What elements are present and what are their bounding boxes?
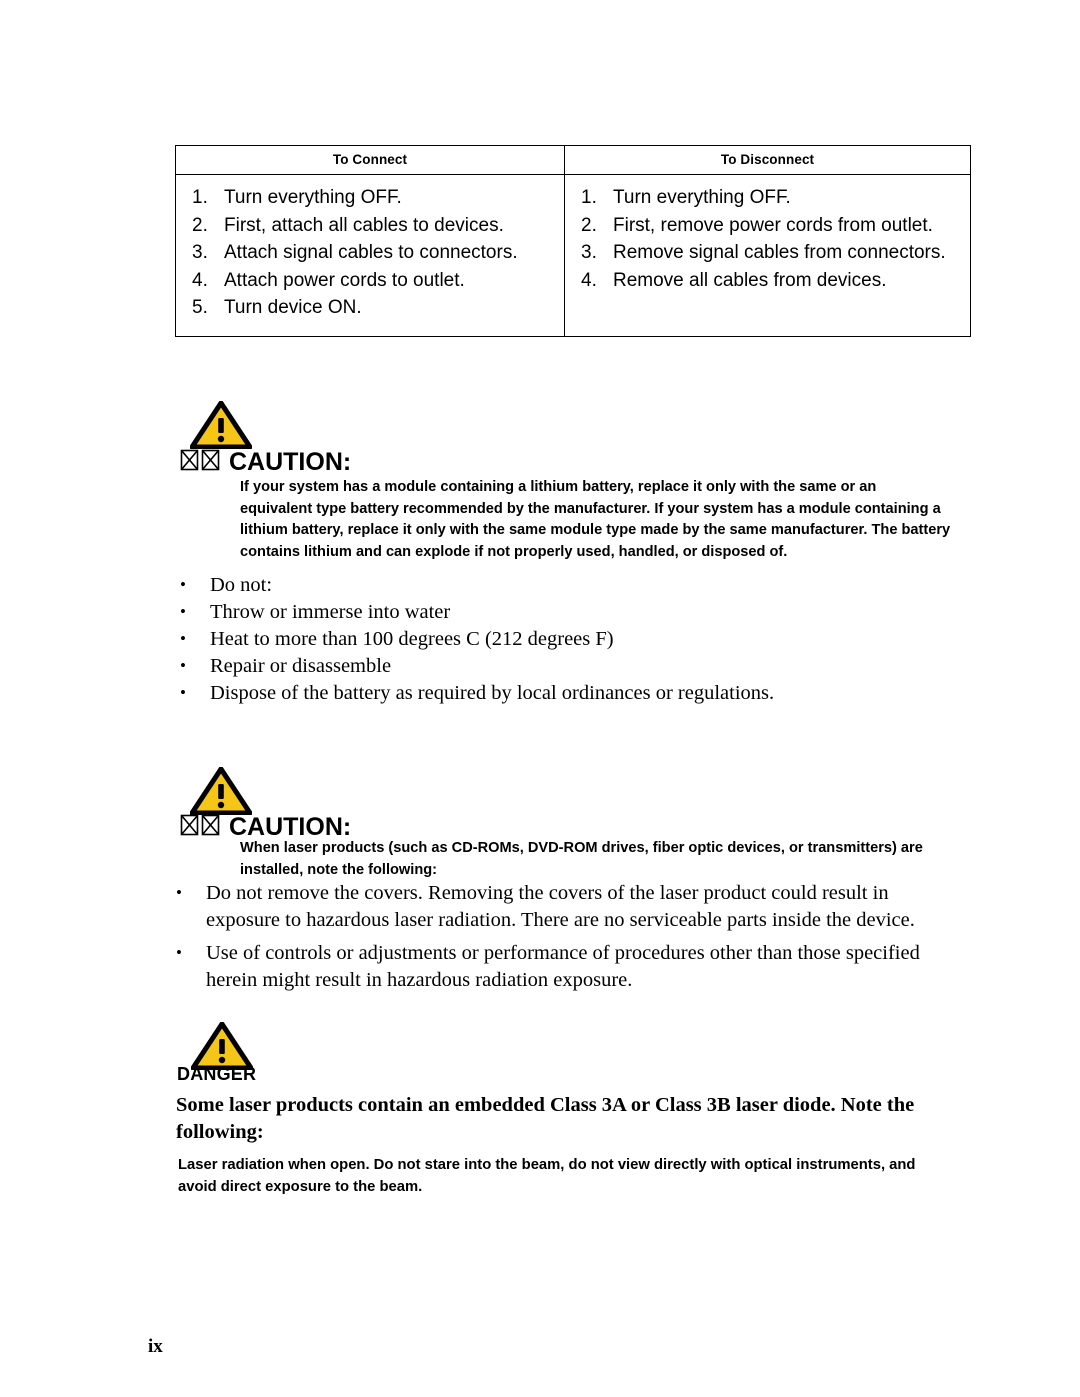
step-text: Turn everything OFF.	[224, 187, 402, 208]
bullet-icon: •	[180, 629, 186, 648]
step-number: 4.	[581, 269, 597, 291]
list-item-text: Do not remove the covers. Removing the c…	[206, 882, 915, 931]
list-item: 3. Remove signal cables from connectors.	[573, 239, 962, 267]
danger-note-text: Laser radiation when open. Do not stare …	[178, 1157, 916, 1195]
list-item: 5. Turn device ON.	[184, 294, 556, 322]
list-item-text: Do not:	[210, 574, 273, 596]
list-item: 4. Attach power cords to outlet.	[184, 267, 556, 295]
list-item-text: Dispose of the battery as required by lo…	[210, 682, 775, 704]
missing-glyph-pair-icon	[180, 449, 220, 478]
list-item: • Throw or immerse into water	[180, 599, 960, 625]
list-item: • Heat to more than 100 degrees C (212 de…	[180, 626, 960, 652]
step-text: First, attach all cables to devices.	[224, 214, 504, 236]
step-number: 1.	[192, 187, 208, 208]
bullet-icon: •	[180, 602, 186, 621]
step-number: 2.	[581, 214, 597, 236]
table-body-row: 1. Turn everything OFF. 2. First, attach a…	[175, 174, 971, 337]
page-number: ix	[148, 1336, 163, 1357]
step-text: First, remove power cords from outlet.	[613, 214, 933, 236]
list-item: 3. Attach signal cables to connectors.	[184, 239, 556, 267]
danger-lead-text: Some laser products contain an embedded …	[176, 1094, 915, 1143]
connect-disconnect-table: To Connect To Disconnect 1. Turn everythi…	[175, 145, 971, 337]
step-number: 4.	[192, 269, 208, 291]
caution-label: CAUTION:	[229, 447, 352, 476]
cell-disconnect-steps: 1. Turn everything OFF. 2. First, remove p…	[564, 174, 971, 337]
list-item: • Use of controls or adjustments or perfo…	[176, 940, 966, 994]
list-item: • Do not:	[180, 572, 960, 598]
step-number: 3.	[581, 242, 597, 263]
list-item: • Repair or disassemble	[180, 653, 960, 679]
danger-label: DANGER	[177, 1064, 257, 1084]
step-text: Remove signal cables from connectors.	[613, 242, 946, 263]
list-item: • Do not remove the covers. Removing the …	[176, 880, 966, 934]
step-number: 1.	[581, 187, 597, 208]
step-number: 2.	[192, 214, 208, 236]
list-item: 2. First, remove power cords from outlet.	[573, 212, 962, 240]
bullet-icon: •	[180, 656, 186, 675]
warning-triangle-icon	[191, 1022, 253, 1070]
table-header-row: To Connect To Disconnect	[175, 145, 971, 175]
step-text: Attach signal cables to connectors.	[224, 242, 518, 263]
step-number: 5.	[192, 297, 208, 318]
step-text: Turn everything OFF.	[613, 187, 791, 208]
step-number: 3.	[192, 242, 208, 263]
bullet-icon: •	[180, 575, 186, 594]
column-header-to-disconnect: To Disconnect	[564, 145, 971, 175]
list-item-text: Throw or immerse into water	[210, 601, 451, 623]
bullet-icon: •	[180, 683, 186, 702]
list-item: 1. Turn everything OFF.	[573, 184, 962, 212]
caution-body-battery: If your system has a module containing a…	[240, 479, 951, 560]
list-item-text: Heat to more than 100 degrees C (212 deg…	[210, 628, 614, 650]
cell-connect-steps: 1. Turn everything OFF. 2. First, attach a…	[175, 174, 565, 337]
list-item: 4. Remove all cables from devices.	[573, 267, 962, 295]
laser-precaution-list: • Do not remove the covers. Removing the …	[176, 880, 966, 1000]
missing-glyph-pair-icon	[180, 814, 220, 843]
connect-step-list: 1. Turn everything OFF. 2. First, attach a…	[184, 184, 556, 322]
caution-heading-battery: CAUTION:	[180, 447, 351, 477]
document-page: To Connect To Disconnect 1. Turn everythi…	[0, 0, 1080, 1397]
list-item: 2. First, attach all cables to devices.	[184, 212, 556, 240]
column-header-to-connect: To Connect	[175, 145, 565, 175]
disconnect-step-list: 1. Turn everything OFF. 2. First, remove p…	[573, 184, 962, 294]
list-item-text: Use of controls or adjustments or perfor…	[206, 942, 920, 991]
warning-triangle-icon	[190, 767, 252, 815]
list-item: • Dispose of the battery as required by l…	[180, 680, 960, 706]
step-text: Turn device ON.	[224, 297, 362, 318]
list-item: 1. Turn everything OFF.	[184, 184, 556, 212]
battery-prohibition-list: • Do not: • Throw or immerse into water • H…	[180, 572, 960, 707]
caution-body-laser: When laser products (such as CD-ROMs, DV…	[240, 840, 923, 878]
bullet-icon: •	[176, 943, 182, 962]
step-text: Remove all cables from devices.	[613, 269, 887, 291]
bullet-icon: •	[176, 883, 182, 902]
list-item-text: Repair or disassemble	[210, 655, 392, 677]
warning-triangle-icon	[190, 401, 252, 449]
step-text: Attach power cords to outlet.	[224, 269, 465, 291]
